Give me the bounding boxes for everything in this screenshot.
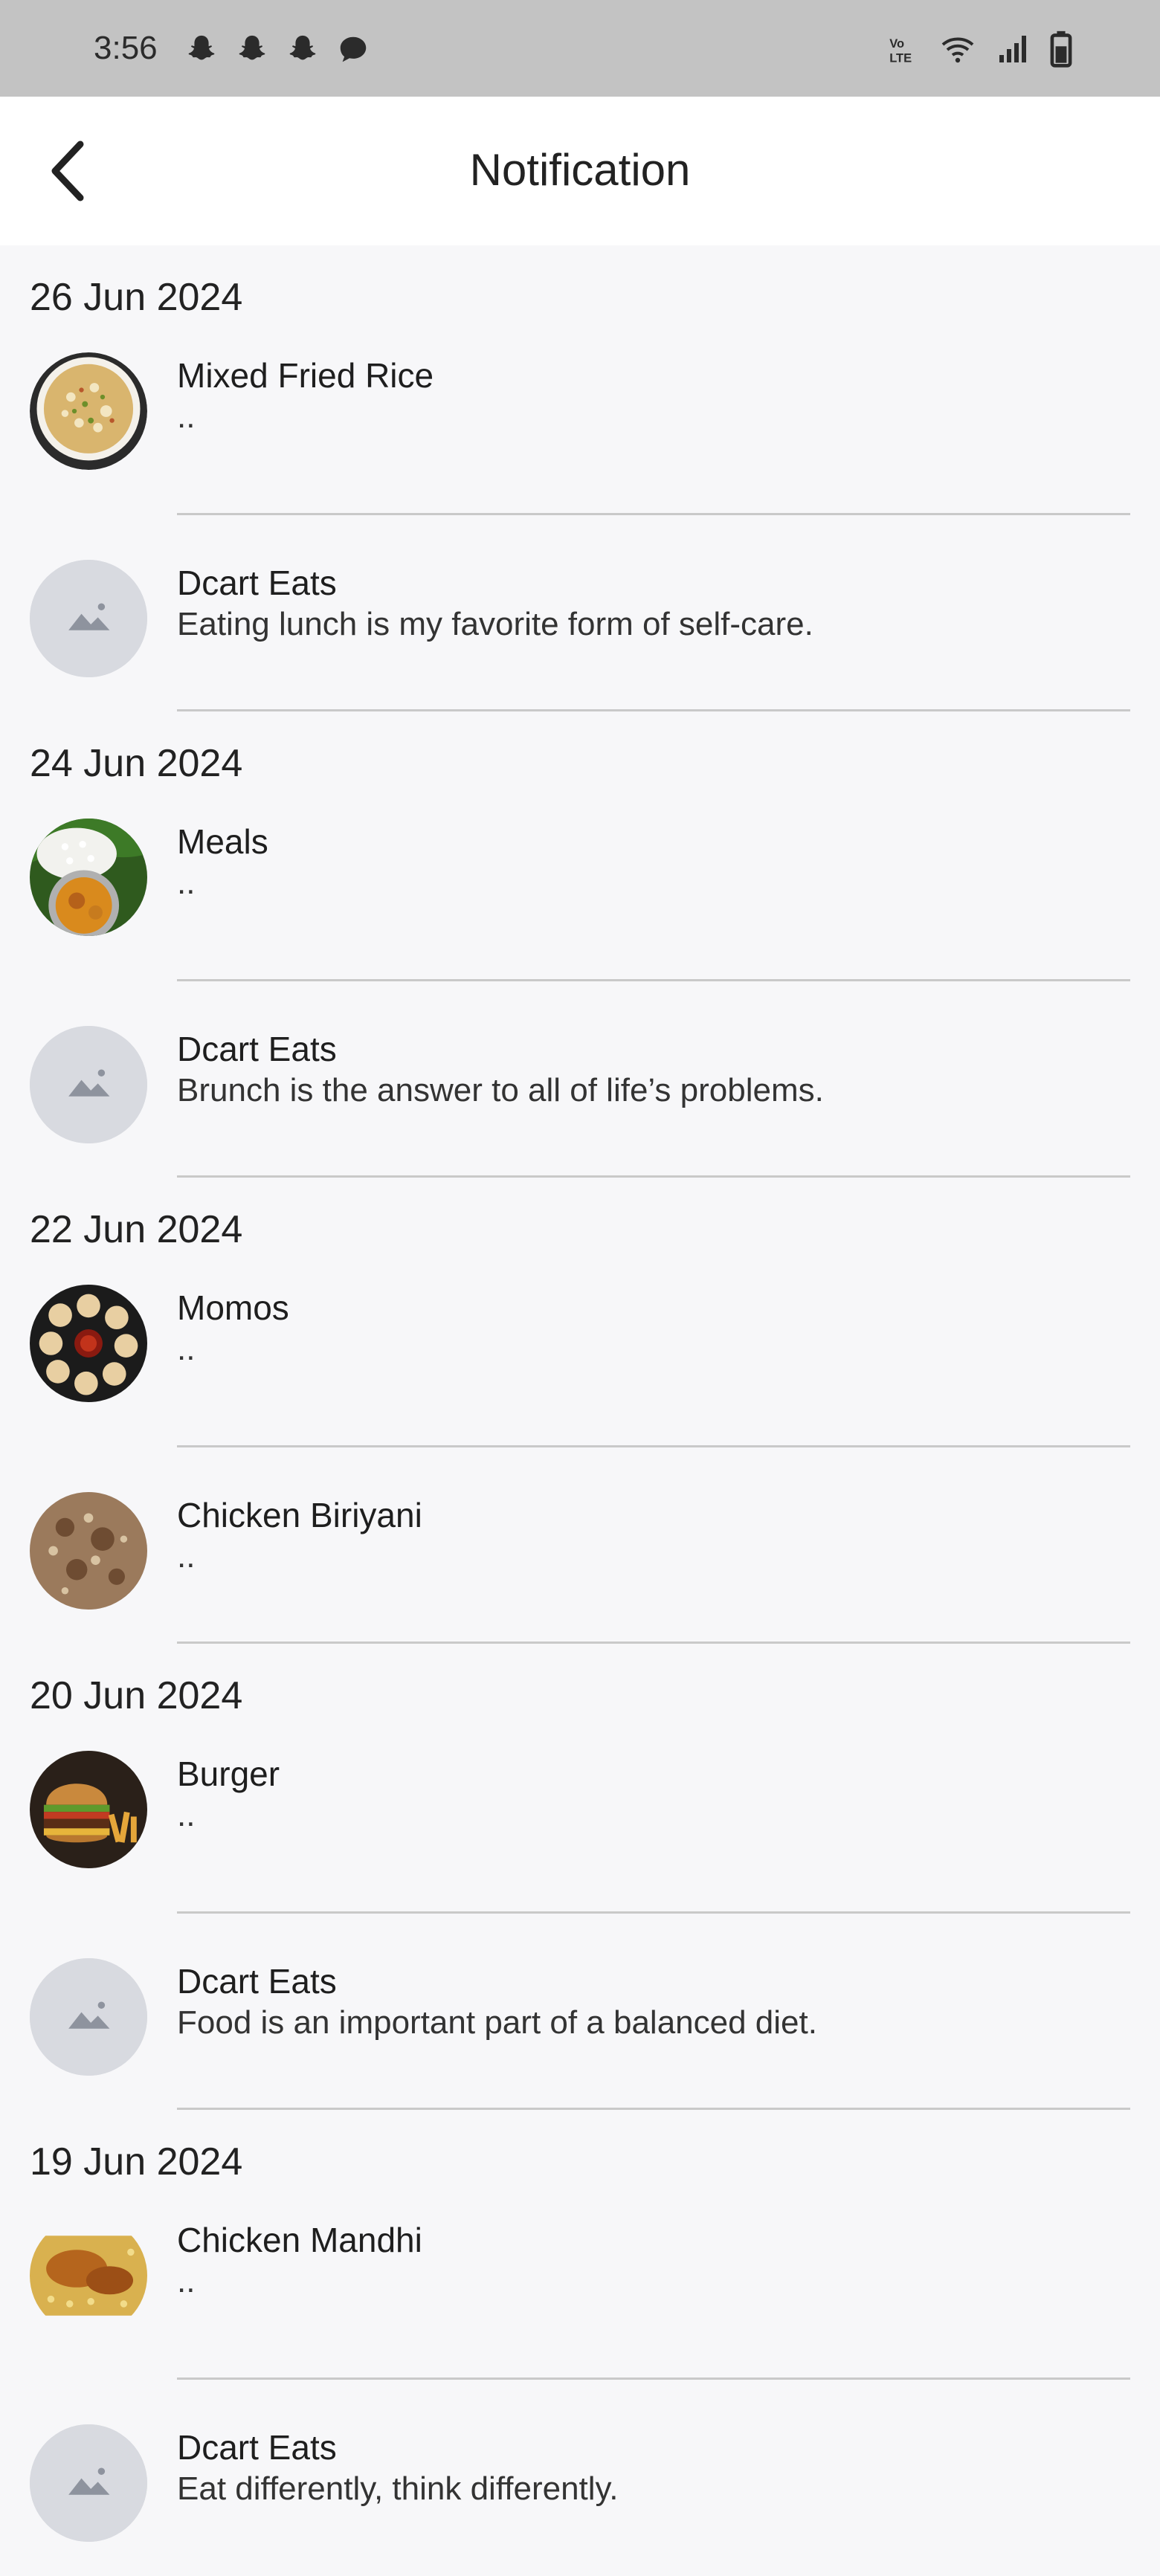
burger-image	[30, 1751, 147, 1868]
image-placeholder-icon	[30, 1958, 147, 2076]
notification-item[interactable]: Chicken Mandhi ..	[0, 2187, 1160, 2380]
notification-item[interactable]: Burger ..	[0, 1721, 1160, 1914]
notification-item[interactable]: Chicken Biriyani ..	[0, 1447, 1160, 1644]
status-right-icons: Vo LTE	[888, 30, 1072, 68]
notification-message: ..	[177, 1797, 196, 1833]
notification-list: 26 Jun 2024 Mixed Fried Rice .. Dcart Ea…	[0, 245, 1160, 2576]
notification-title: Burger	[177, 1755, 280, 1793]
notification-item[interactable]: Meals ..	[0, 789, 1160, 981]
notification-message: Food is an important part of a balanced …	[177, 2004, 817, 2041]
image-placeholder-icon	[30, 1026, 147, 1143]
notification-message: ..	[177, 865, 196, 901]
snapchat-icon	[289, 35, 316, 60]
notification-title: Dcart Eats	[177, 1962, 337, 2001]
notification-item[interactable]: Mixed Fried Rice ..	[0, 323, 1160, 515]
divider	[177, 709, 1130, 711]
signal-icon	[999, 36, 1026, 62]
status-time: 3:56	[94, 30, 158, 66]
page-title: Notification	[469, 145, 691, 195]
notification-message: ..	[177, 1538, 196, 1575]
notification-message: Brunch is the answer to all of life’s pr…	[177, 1072, 824, 1108]
notification-item[interactable]: Dcart Eats Food is an important part of …	[0, 1914, 1160, 2110]
snapchat-icon	[239, 35, 265, 60]
svg-text:LTE: LTE	[889, 52, 912, 65]
message-icon	[340, 36, 367, 62]
notification-title: Dcart Eats	[177, 1030, 337, 1068]
notification-item[interactable]: Dcart Eats Eat differently, think differ…	[0, 2380, 1160, 2576]
notification-title: Chicken Mandhi	[177, 2221, 422, 2259]
notification-message: Eat differently, think differently.	[177, 2470, 619, 2507]
notification-title: Momos	[177, 1288, 289, 1327]
meals-image	[30, 819, 147, 936]
svg-text:Vo: Vo	[889, 37, 904, 51]
divider	[177, 1642, 1130, 1644]
divider	[177, 2108, 1130, 2110]
status-bar: 3:56 Vo LTE	[0, 0, 1160, 97]
notification-title: Dcart Eats	[177, 2428, 337, 2467]
snapchat-icon	[188, 35, 215, 60]
notification-item[interactable]: Momos ..	[0, 1255, 1160, 1447]
notification-item[interactable]: Dcart Eats Eating lunch is my favorite f…	[0, 515, 1160, 711]
battery-icon	[1050, 30, 1072, 68]
biriyani-image	[30, 1492, 147, 1610]
volte-icon: VoLTE	[889, 37, 912, 65]
notification-message: ..	[177, 1331, 196, 1367]
divider	[177, 1175, 1130, 1178]
image-placeholder-icon	[30, 2424, 147, 2542]
notification-title: Dcart Eats	[177, 564, 337, 602]
notification-message: ..	[177, 2263, 196, 2299]
notification-title: Meals	[177, 822, 268, 861]
notification-message: Eating lunch is my favorite form of self…	[177, 606, 813, 642]
wifi-icon	[941, 37, 974, 63]
notification-item[interactable]: Dcart Eats Brunch is the answer to all o…	[0, 981, 1160, 1178]
app-bar: Notification	[0, 97, 1160, 245]
status-notification-icons	[184, 33, 370, 67]
fried-rice-image	[30, 352, 147, 470]
mandhi-image	[30, 2217, 147, 2334]
image-placeholder-icon	[30, 560, 147, 677]
notification-title: Mixed Fried Rice	[177, 356, 434, 395]
notification-message: ..	[177, 398, 196, 435]
momos-image	[30, 1285, 147, 1402]
notification-title: Chicken Biriyani	[177, 1496, 422, 1534]
